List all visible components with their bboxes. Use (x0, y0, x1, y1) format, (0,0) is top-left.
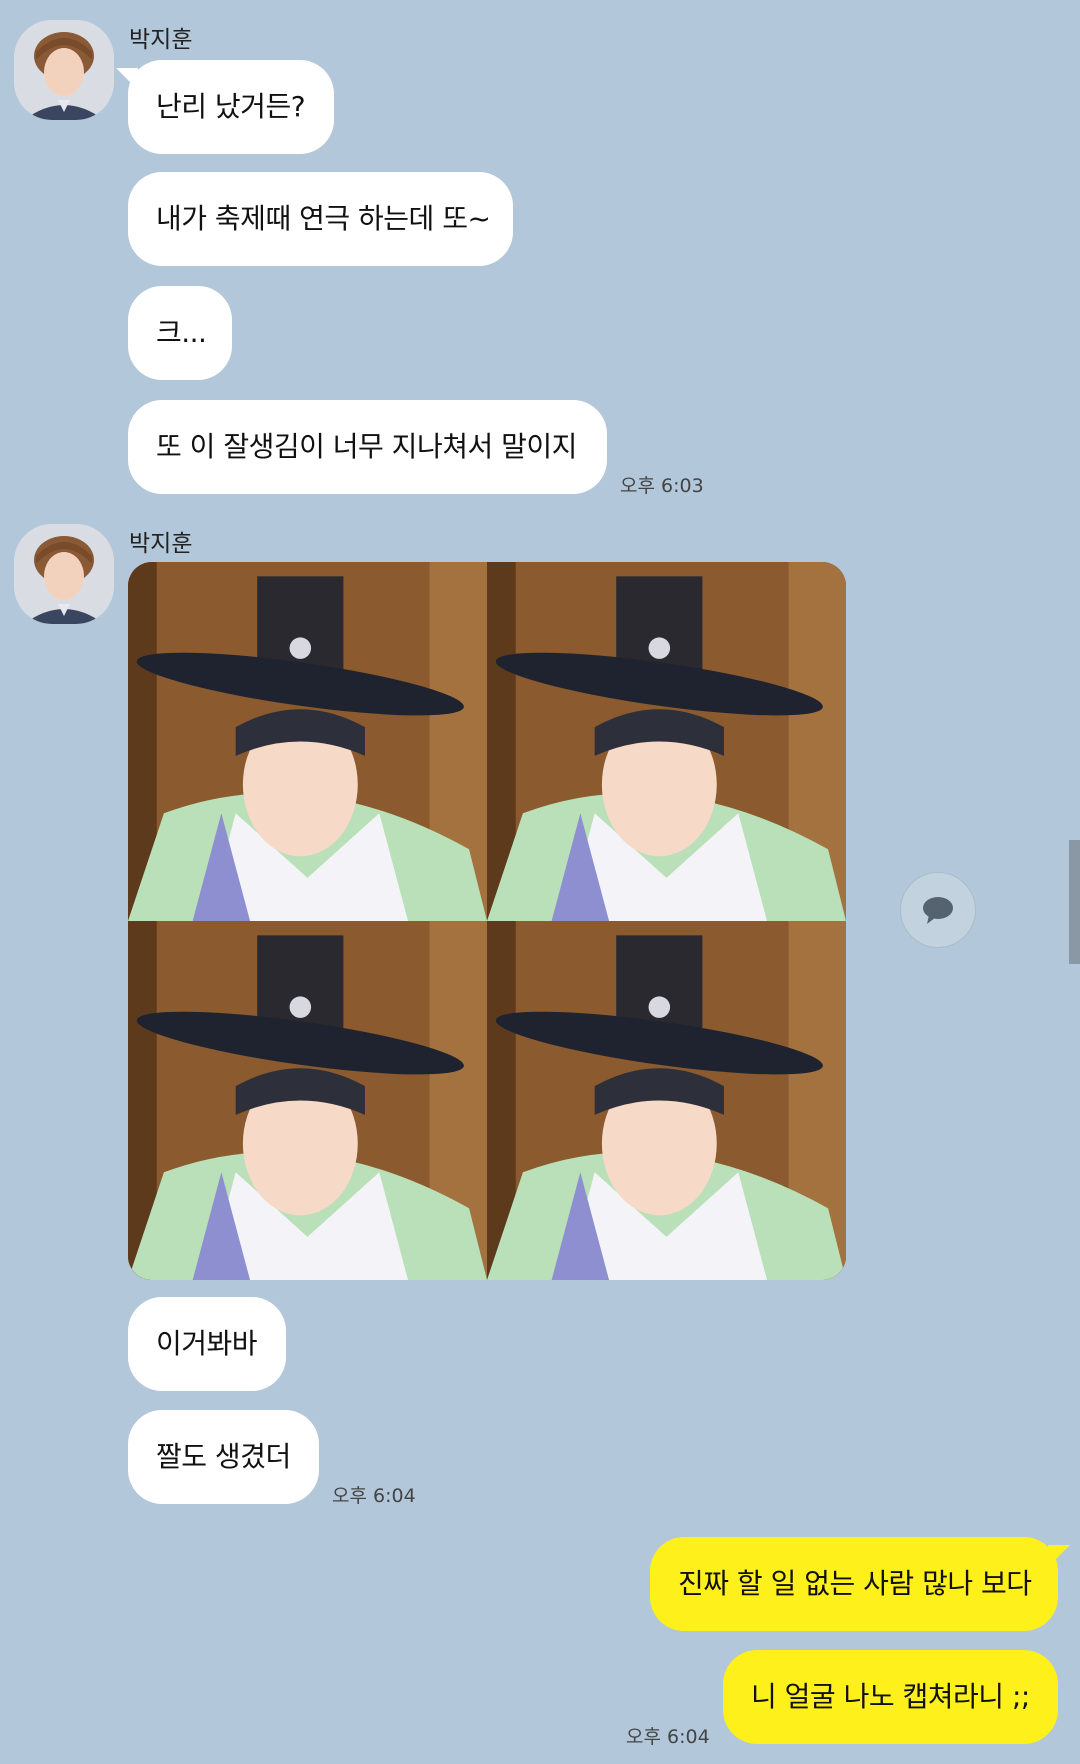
scrollbar-thumb[interactable] (1069, 840, 1080, 964)
message-bubble[interactable]: 내가 축제때 연극 하는데 또~ (128, 172, 513, 266)
image-tile (128, 921, 487, 1280)
message-bubble[interactable]: 크... (128, 286, 232, 380)
message-text: 짤도 생겼더 (156, 1440, 291, 1473)
message-text: 이거봐바 (156, 1327, 258, 1360)
sender-name: 박지훈 (129, 531, 193, 557)
speech-bubble-icon (923, 897, 953, 924)
message-text: 내가 축제때 연극 하는데 또~ (156, 202, 491, 235)
sender-avatar[interactable] (14, 20, 114, 120)
message-time: 오후 6:04 (626, 1726, 710, 1748)
image-tile (487, 562, 846, 921)
my-message-bubble[interactable]: 니 얼굴 나노 캡쳐라니 ;; (723, 1650, 1058, 1744)
message-text: 크... (156, 316, 207, 349)
image-tile (487, 921, 846, 1280)
message-bubble[interactable]: 또 이 잘생김이 너무 지나쳐서 말이지 (128, 400, 607, 494)
my-message-bubble[interactable]: 진짜 할 일 없는 사람 많나 보다 (650, 1537, 1070, 1631)
shared-image[interactable] (128, 562, 846, 1280)
message-time: 오후 6:04 (332, 1485, 416, 1507)
message-time: 오후 6:03 (620, 475, 704, 497)
avatar-photo (14, 20, 114, 120)
avatar-photo (14, 524, 114, 624)
message-bubble[interactable]: 난리 났거든? (116, 60, 334, 154)
message-bubble[interactable]: 이거봐바 (128, 1297, 286, 1391)
message-text: 또 이 잘생김이 너무 지나쳐서 말이지 (156, 430, 577, 463)
sender-name: 박지훈 (129, 27, 193, 53)
message-bubble[interactable]: 짤도 생겼더 (128, 1410, 319, 1504)
message-text: 니 얼굴 나노 캡쳐라니 ;; (751, 1680, 1030, 1713)
message-text: 난리 났거든? (156, 90, 306, 123)
share-button[interactable] (900, 872, 976, 948)
sender-avatar[interactable] (14, 524, 114, 624)
message-text: 진짜 할 일 없는 사람 많나 보다 (678, 1567, 1032, 1600)
image-tile (128, 562, 487, 921)
